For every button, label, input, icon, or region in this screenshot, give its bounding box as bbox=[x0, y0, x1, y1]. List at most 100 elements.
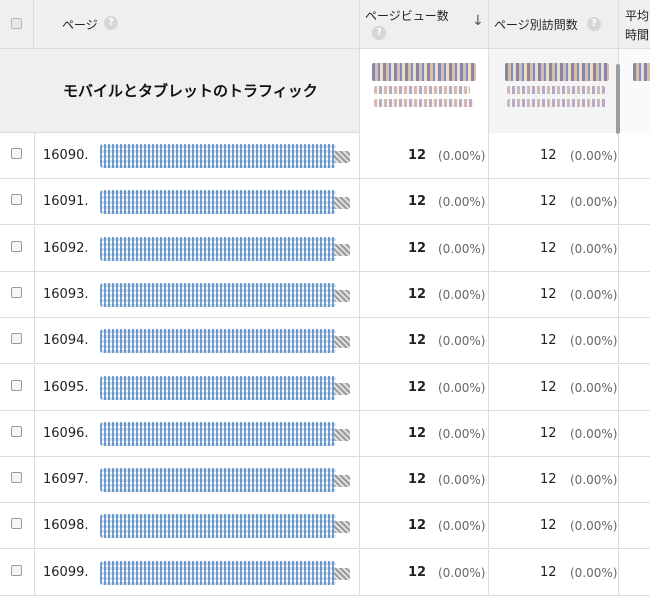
unique-pageviews-value: 12 bbox=[540, 333, 557, 349]
table-row[interactable]: 16094. 12 (0.00%) 12 (0.00%) bbox=[0, 318, 650, 365]
column-header-avg-time[interactable]: 平均 時間 bbox=[618, 0, 650, 49]
table-row[interactable]: 16096. 12 (0.00%) 12 (0.00%) bbox=[0, 410, 650, 457]
open-page-icon[interactable] bbox=[334, 289, 350, 302]
table-row[interactable]: 16090. 12 (0.00%) 12 (0.00%) bbox=[0, 133, 650, 179]
column-divider bbox=[488, 318, 489, 365]
column-divider bbox=[618, 225, 619, 272]
column-divider bbox=[488, 410, 489, 457]
table-row[interactable]: 16099. 12 (0.00%) 12 (0.00%) bbox=[0, 549, 650, 596]
table-row[interactable]: 16097. 12 (0.00%) 12 (0.00%) bbox=[0, 457, 650, 504]
row-rank: 16097. bbox=[43, 472, 89, 488]
avg-time-total-cell bbox=[618, 49, 650, 133]
column-header-avg-time-label-1: 平均 bbox=[625, 9, 650, 23]
open-page-icon[interactable] bbox=[334, 151, 350, 163]
page-url-redacted[interactable] bbox=[100, 468, 336, 493]
page-url-redacted[interactable] bbox=[100, 560, 336, 585]
row-checkbox[interactable] bbox=[11, 240, 22, 252]
column-divider bbox=[34, 503, 35, 550]
open-page-icon[interactable] bbox=[334, 567, 350, 580]
help-icon[interactable]: ? bbox=[104, 16, 118, 30]
row-checkbox[interactable] bbox=[11, 472, 22, 484]
page-url-redacted[interactable] bbox=[100, 514, 336, 539]
row-rank: 16099. bbox=[43, 564, 89, 580]
pageviews-total-redacted bbox=[372, 63, 476, 81]
row-rank: 16094. bbox=[43, 333, 89, 349]
column-divider bbox=[618, 271, 619, 318]
column-divider bbox=[359, 410, 360, 457]
page-url-redacted[interactable] bbox=[100, 236, 336, 261]
page-url-redacted[interactable] bbox=[100, 282, 336, 307]
table-row[interactable]: 16093. 12 (0.00%) 12 (0.00%) bbox=[0, 271, 650, 318]
pageviews-total-cell bbox=[359, 49, 488, 133]
row-rank: 16095. bbox=[43, 379, 89, 395]
column-divider bbox=[359, 457, 360, 504]
column-divider bbox=[359, 179, 360, 226]
table-row[interactable]: 16092. 12 (0.00%) 12 (0.00%) bbox=[0, 225, 650, 272]
column-divider bbox=[488, 179, 489, 226]
page-url-redacted[interactable] bbox=[100, 421, 336, 446]
page-url-redacted[interactable] bbox=[100, 190, 336, 215]
column-divider bbox=[618, 179, 619, 226]
open-page-icon[interactable] bbox=[334, 475, 350, 488]
column-divider bbox=[359, 503, 360, 550]
unique-pageviews-percent: (0.00%) bbox=[570, 287, 618, 302]
unique-pageviews-value: 12 bbox=[540, 425, 557, 441]
column-header-unique-pageviews[interactable]: ページ別訪問数 ? bbox=[488, 0, 618, 49]
row-checkbox[interactable] bbox=[11, 564, 22, 576]
column-divider bbox=[359, 271, 360, 318]
unique-pageviews-value: 12 bbox=[540, 148, 557, 163]
row-checkbox[interactable] bbox=[11, 148, 22, 159]
column-header-pageviews-label: ページビュー数 bbox=[365, 9, 449, 23]
pageviews-value: 12 bbox=[408, 240, 427, 256]
row-checkbox[interactable] bbox=[11, 194, 22, 206]
row-checkbox[interactable] bbox=[11, 333, 22, 345]
row-checkbox[interactable] bbox=[11, 518, 22, 530]
pageviews-value: 12 bbox=[408, 333, 427, 349]
row-rank: 16090. bbox=[43, 148, 89, 163]
unique-pageviews-percent: (0.00%) bbox=[570, 519, 618, 534]
row-checkbox[interactable] bbox=[11, 425, 22, 437]
select-all-checkbox[interactable] bbox=[11, 18, 22, 29]
help-icon[interactable]: ? bbox=[587, 17, 601, 31]
pageviews-percent: (0.00%) bbox=[438, 426, 486, 441]
unique-pageviews-percent: (0.00%) bbox=[570, 426, 618, 441]
table-row[interactable]: 16091. 12 (0.00%) 12 (0.00%) bbox=[0, 179, 650, 226]
column-divider bbox=[488, 133, 489, 179]
open-page-icon[interactable] bbox=[334, 521, 350, 534]
column-divider bbox=[488, 364, 489, 411]
open-page-icon[interactable] bbox=[334, 243, 350, 256]
unique-pageviews-percent: (0.00%) bbox=[570, 473, 618, 488]
pageviews-percent: (0.00%) bbox=[438, 287, 486, 302]
sort-descending-icon[interactable]: ↓ bbox=[472, 13, 484, 29]
column-header-pageviews[interactable]: ページビュー数 ↓ ? bbox=[359, 0, 488, 49]
open-page-icon[interactable] bbox=[334, 197, 350, 210]
pageviews-value: 12 bbox=[408, 564, 427, 580]
help-icon[interactable]: ? bbox=[372, 26, 386, 40]
unique-pageviews-total-cell bbox=[488, 49, 618, 133]
column-divider bbox=[359, 133, 360, 179]
pageviews-value: 12 bbox=[408, 425, 427, 441]
column-header-page[interactable]: ページ ? bbox=[34, 0, 359, 49]
row-checkbox[interactable] bbox=[11, 379, 22, 391]
pageviews-percent: (0.00%) bbox=[438, 519, 486, 534]
column-divider bbox=[34, 271, 35, 318]
unique-pageviews-percent: (0.00%) bbox=[570, 195, 618, 210]
table-row[interactable]: 16098. 12 (0.00%) 12 (0.00%) bbox=[0, 503, 650, 550]
pageviews-value: 12 bbox=[408, 472, 427, 488]
open-page-icon[interactable] bbox=[334, 428, 350, 441]
unique-pageviews-percent: (0.00%) bbox=[570, 380, 618, 395]
page-url-redacted[interactable] bbox=[100, 144, 336, 168]
row-rank: 16091. bbox=[43, 194, 89, 210]
pageviews-total-site-redacted bbox=[374, 99, 474, 107]
table-row[interactable]: 16095. 12 (0.00%) 12 (0.00%) bbox=[0, 364, 650, 411]
column-divider bbox=[34, 410, 35, 457]
page-url-redacted[interactable] bbox=[100, 329, 336, 354]
row-checkbox[interactable] bbox=[11, 286, 22, 298]
horizontal-scrollbar-thumb[interactable] bbox=[616, 64, 620, 134]
page-url-redacted[interactable] bbox=[100, 375, 336, 400]
open-page-icon[interactable] bbox=[334, 336, 350, 349]
pageviews-percent: (0.00%) bbox=[438, 380, 486, 395]
open-page-icon[interactable] bbox=[334, 382, 350, 395]
row-rank: 16096. bbox=[43, 425, 89, 441]
column-divider bbox=[359, 318, 360, 365]
